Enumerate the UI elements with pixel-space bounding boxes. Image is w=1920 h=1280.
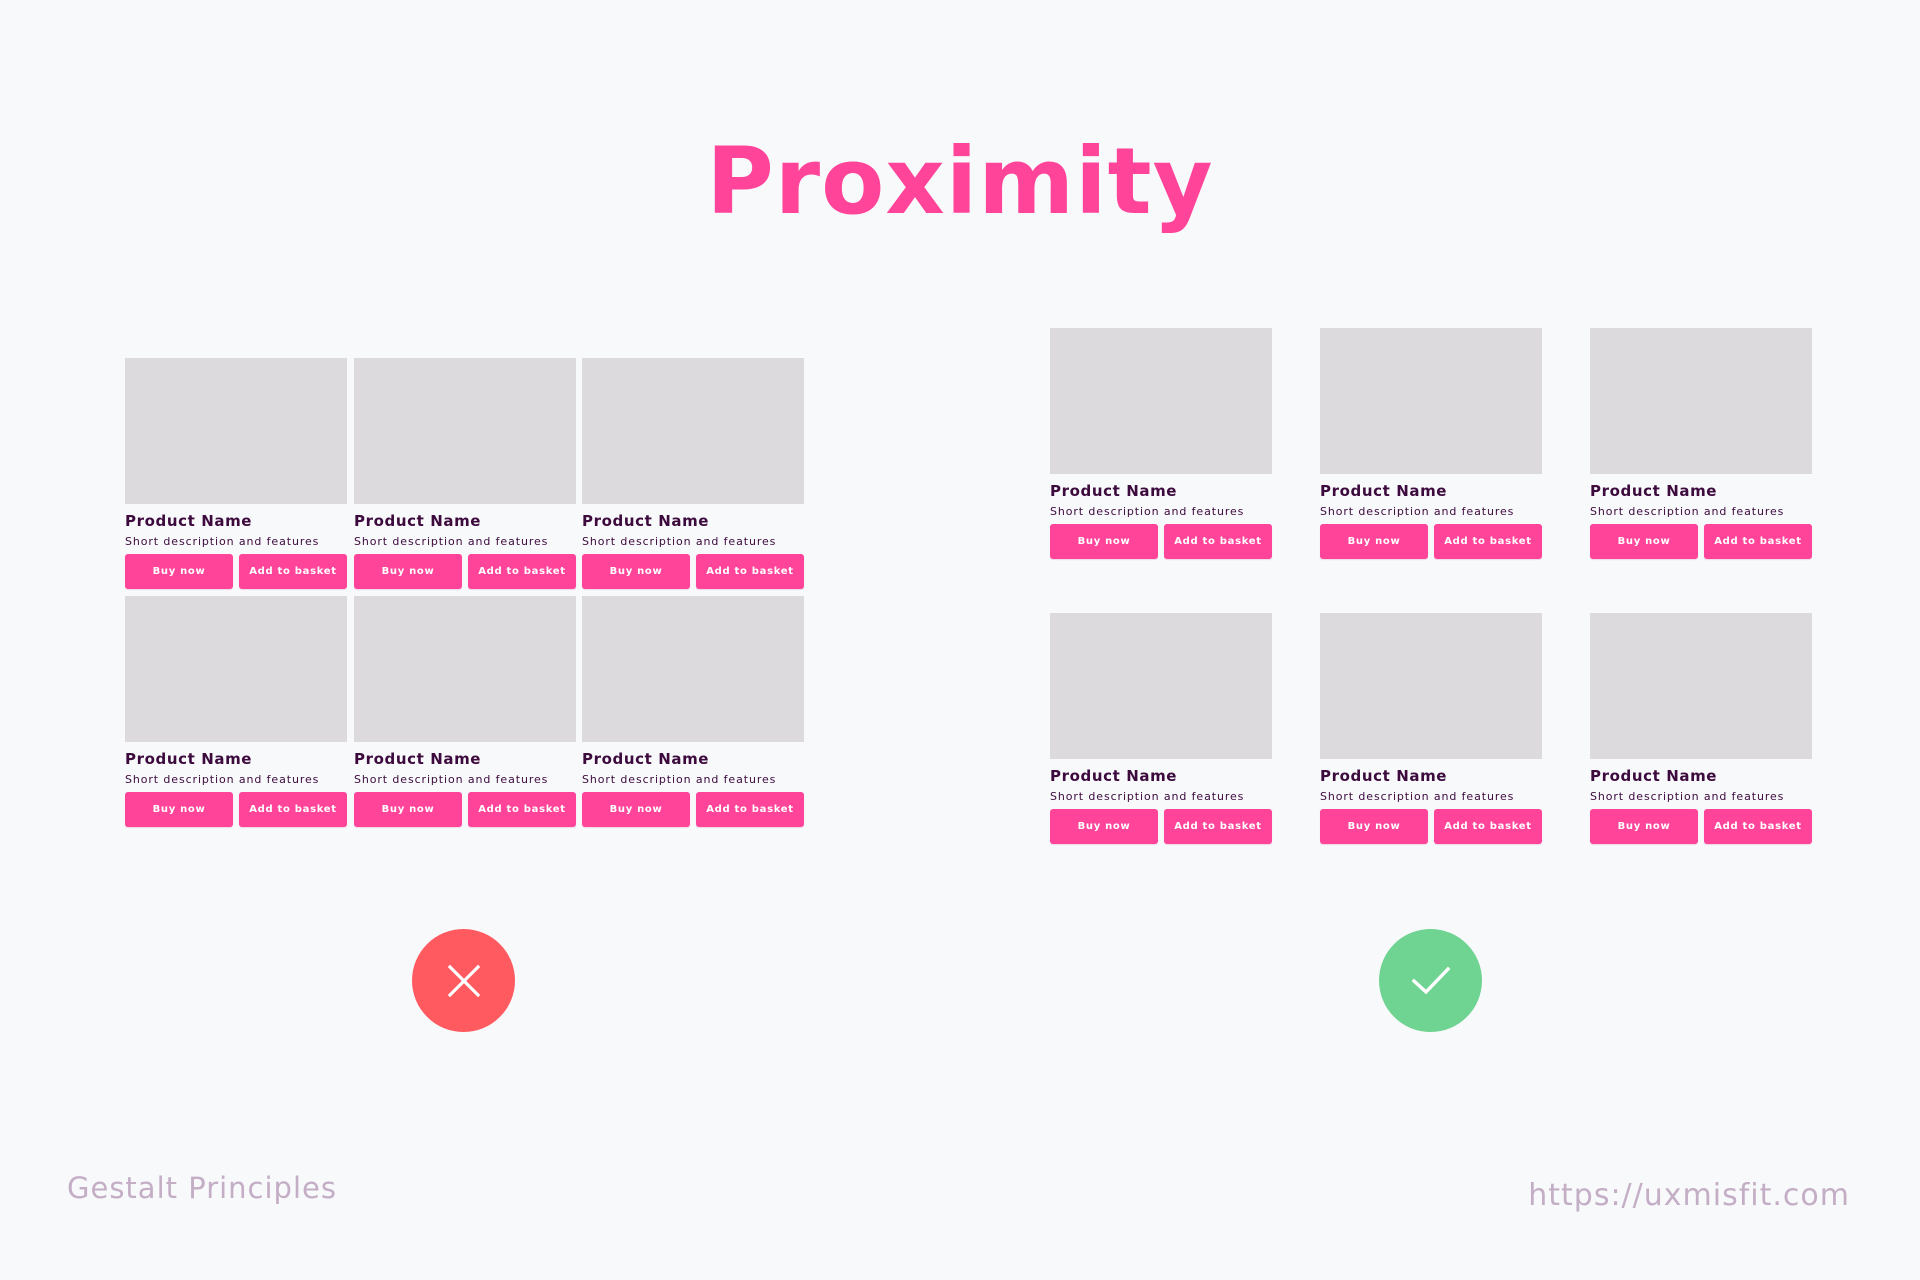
product-description: Short description and features [582, 773, 777, 786]
product-image-placeholder[interactable] [1590, 328, 1812, 474]
product-description: Short description and features [1320, 790, 1515, 803]
add-to-basket-button[interactable]: Add to basket [468, 554, 576, 589]
add-to-basket-button[interactable]: Add to basket [239, 792, 347, 827]
correct-badge [1379, 929, 1482, 1032]
product-description: Short description and features [1590, 505, 1785, 518]
product-description: Short description and features [1050, 790, 1245, 803]
product-name[interactable]: Product Name [1590, 480, 1717, 502]
buy-now-button[interactable]: Buy now [125, 792, 233, 827]
buy-now-button[interactable]: Buy now [1320, 524, 1428, 559]
product-image-placeholder[interactable] [582, 358, 804, 504]
product-card: Product Name Short description and featu… [1050, 613, 1272, 844]
product-actions: Buy now Add to basket [1050, 809, 1272, 844]
product-name[interactable]: Product Name [1320, 765, 1447, 787]
product-actions: Buy now Add to basket [1590, 809, 1812, 844]
product-card: Product Name Short description and featu… [1050, 328, 1272, 559]
buy-now-button[interactable]: Buy now [125, 554, 233, 589]
product-card: Product Name Short description and featu… [582, 358, 804, 589]
add-to-basket-button[interactable]: Add to basket [1434, 809, 1542, 844]
product-actions: Buy now Add to basket [1050, 524, 1272, 559]
product-image-placeholder[interactable] [125, 596, 347, 742]
product-description: Short description and features [354, 773, 549, 786]
add-to-basket-button[interactable]: Add to basket [239, 554, 347, 589]
product-name[interactable]: Product Name [1050, 480, 1177, 502]
product-name[interactable]: Product Name [582, 748, 709, 770]
product-description: Short description and features [354, 535, 549, 548]
product-actions: Buy now Add to basket [354, 792, 576, 827]
buy-now-button[interactable]: Buy now [354, 792, 462, 827]
buy-now-button[interactable]: Buy now [582, 792, 690, 827]
product-description: Short description and features [582, 535, 777, 548]
product-description: Short description and features [1590, 790, 1785, 803]
product-description: Short description and features [1320, 505, 1515, 518]
product-card: Product Name Short description and featu… [1320, 328, 1542, 559]
incorrect-badge [412, 929, 515, 1032]
buy-now-button[interactable]: Buy now [582, 554, 690, 589]
buy-now-button[interactable]: Buy now [1050, 809, 1158, 844]
product-image-placeholder[interactable] [582, 596, 804, 742]
product-image-placeholder[interactable] [354, 596, 576, 742]
product-description: Short description and features [125, 535, 320, 548]
product-image-placeholder[interactable] [1320, 613, 1542, 759]
product-image-placeholder[interactable] [125, 358, 347, 504]
product-card: Product Name Short description and featu… [1590, 328, 1812, 559]
product-card: Product Name Short description and featu… [1320, 613, 1542, 844]
product-name[interactable]: Product Name [354, 510, 481, 532]
add-to-basket-button[interactable]: Add to basket [468, 792, 576, 827]
product-actions: Buy now Add to basket [1320, 524, 1542, 559]
add-to-basket-button[interactable]: Add to basket [1434, 524, 1542, 559]
product-name[interactable]: Product Name [125, 510, 252, 532]
product-image-placeholder[interactable] [354, 358, 576, 504]
add-to-basket-button[interactable]: Add to basket [696, 554, 804, 589]
product-card: Product Name Short description and featu… [125, 358, 347, 589]
footer-website-link[interactable]: https://uxmisfit.com [1528, 1175, 1850, 1217]
cross-icon [447, 964, 480, 997]
buy-now-button[interactable]: Buy now [354, 554, 462, 589]
product-card: Product Name Short description and featu… [582, 596, 804, 827]
product-name[interactable]: Product Name [354, 748, 481, 770]
buy-now-button[interactable]: Buy now [1590, 524, 1698, 559]
buy-now-button[interactable]: Buy now [1320, 809, 1428, 844]
buy-now-button[interactable]: Buy now [1590, 809, 1698, 844]
add-to-basket-button[interactable]: Add to basket [696, 792, 804, 827]
add-to-basket-button[interactable]: Add to basket [1704, 809, 1812, 844]
product-actions: Buy now Add to basket [125, 792, 347, 827]
product-card: Product Name Short description and featu… [354, 358, 576, 589]
product-image-placeholder[interactable] [1320, 328, 1542, 474]
page-title: Proximity [706, 128, 1214, 235]
product-actions: Buy now Add to basket [582, 554, 804, 589]
product-image-placeholder[interactable] [1050, 613, 1272, 759]
product-actions: Buy now Add to basket [582, 792, 804, 827]
add-to-basket-button[interactable]: Add to basket [1164, 524, 1272, 559]
product-image-placeholder[interactable] [1050, 328, 1272, 474]
footer-series-label: Gestalt Principles [67, 1171, 337, 1205]
check-icon [1411, 966, 1450, 994]
product-image-placeholder[interactable] [1590, 613, 1812, 759]
product-description: Short description and features [125, 773, 320, 786]
product-description: Short description and features [1050, 505, 1245, 518]
product-actions: Buy now Add to basket [125, 554, 347, 589]
buy-now-button[interactable]: Buy now [1050, 524, 1158, 559]
add-to-basket-button[interactable]: Add to basket [1164, 809, 1272, 844]
product-name[interactable]: Product Name [125, 748, 252, 770]
product-card: Product Name Short description and featu… [125, 596, 347, 827]
product-name[interactable]: Product Name [1320, 480, 1447, 502]
add-to-basket-button[interactable]: Add to basket [1704, 524, 1812, 559]
product-card: Product Name Short description and featu… [354, 596, 576, 827]
product-card: Product Name Short description and featu… [1590, 613, 1812, 844]
product-actions: Buy now Add to basket [354, 554, 576, 589]
product-actions: Buy now Add to basket [1320, 809, 1542, 844]
product-name[interactable]: Product Name [1050, 765, 1177, 787]
product-actions: Buy now Add to basket [1590, 524, 1812, 559]
product-name[interactable]: Product Name [1590, 765, 1717, 787]
product-name[interactable]: Product Name [582, 510, 709, 532]
